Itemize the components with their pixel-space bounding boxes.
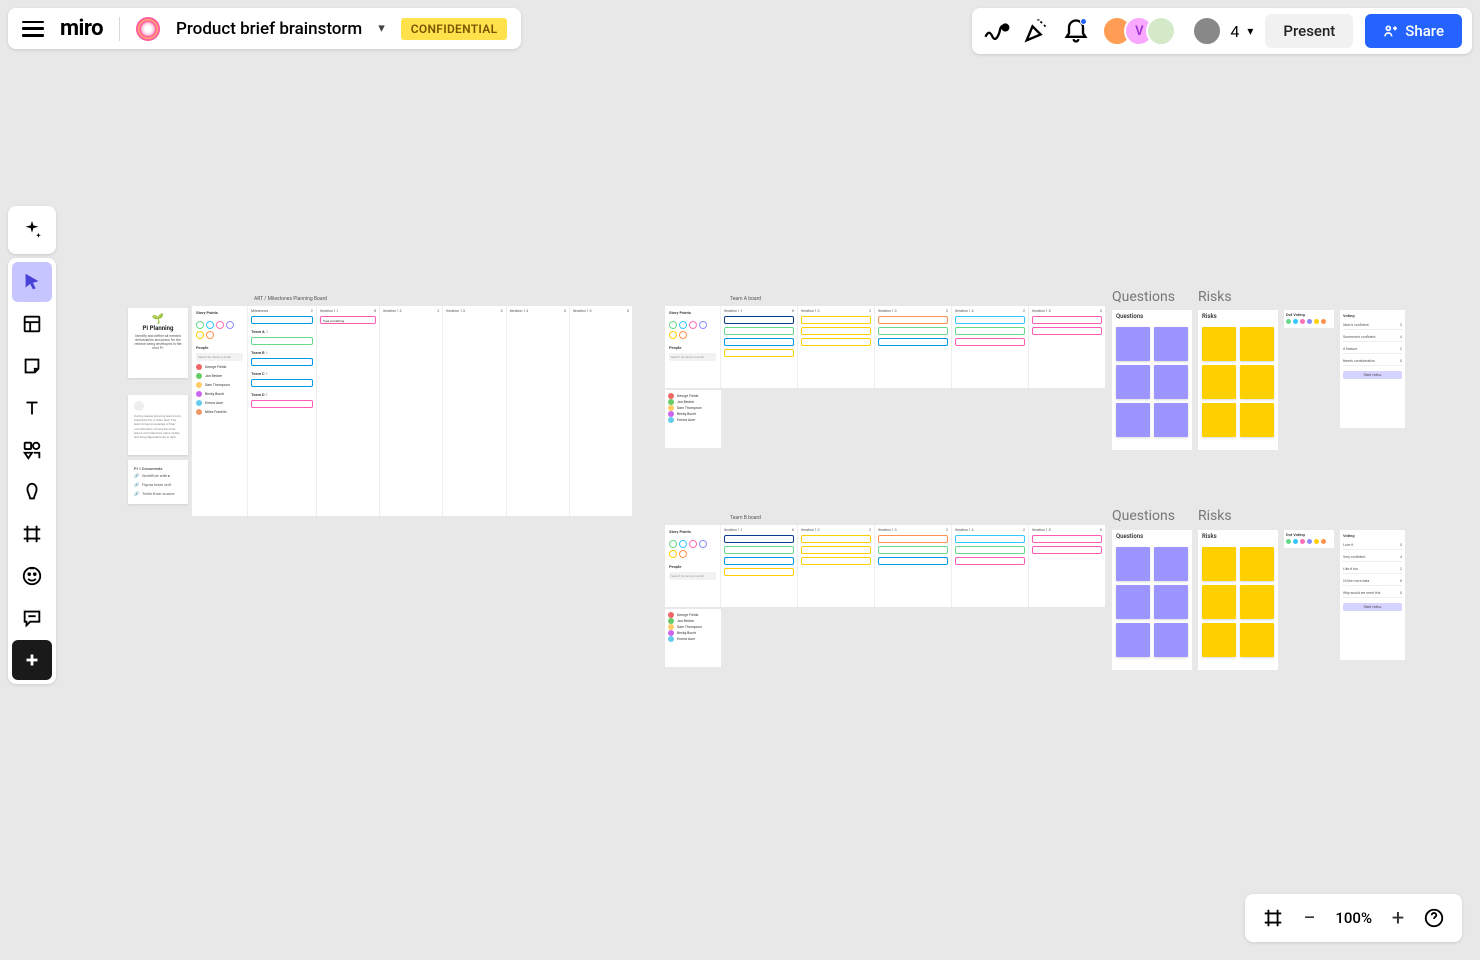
- team-b-board[interactable]: Story Points People Search by name or em…: [665, 525, 1105, 607]
- voting-panel[interactable]: Voting Idea is confident3 Someone's conf…: [1340, 310, 1405, 428]
- vote-row[interactable]: Someone's confident4: [1343, 333, 1402, 342]
- pi-links-card[interactable]: PI 1 Documents 🔗Workflow with ▸ 🔗Figma t…: [128, 460, 188, 504]
- link-row[interactable]: 🔗Figma team unit: [134, 480, 182, 489]
- panel-title: Risks: [1198, 310, 1278, 323]
- questions-panel[interactable]: Questions: [1112, 310, 1192, 450]
- link-row[interactable]: 🔗Trello from source: [134, 489, 182, 498]
- pi-desc-card[interactable]: During release planning teams kick-start…: [128, 395, 188, 455]
- people-label: People: [196, 345, 243, 350]
- vote-row[interactable]: Love it3: [1343, 541, 1402, 550]
- panel-title: Risks: [1198, 530, 1278, 543]
- voting-label: Voting: [1343, 533, 1402, 538]
- risks-panel[interactable]: Risks: [1198, 530, 1278, 670]
- team-a-board[interactable]: Story Points People Search by name or em…: [665, 306, 1105, 388]
- people-label: People: [669, 564, 716, 569]
- start-vote-button[interactable]: Start vote ▸: [1343, 603, 1402, 611]
- people-label: People: [669, 345, 716, 350]
- vote-row[interactable]: Idea is confident3: [1343, 321, 1402, 330]
- team-a-people[interactable]: George Fields Jan Becker Sam Thompson Be…: [665, 390, 721, 448]
- pi-title: PI Planning: [134, 325, 182, 332]
- person-row[interactable]: Becky Burch: [196, 391, 243, 397]
- pi-title-card[interactable]: 🌱 PI Planning Identify and define all ne…: [128, 308, 188, 378]
- voting-panel[interactable]: Voting Love it3 Very confident4 Like it …: [1340, 530, 1405, 660]
- story-points-label: Story Points: [669, 310, 716, 315]
- team-a-title: Team A board: [730, 296, 761, 302]
- questions-label: Questions: [1112, 508, 1175, 524]
- dot-voting-label: Dot Voting: [1286, 312, 1332, 317]
- risks-panel[interactable]: Risks: [1198, 310, 1278, 450]
- person-row[interactable]: Jan Becker: [196, 373, 243, 379]
- person-row[interactable]: Sam Thompson: [196, 382, 243, 388]
- person-row[interactable]: Emma Auer: [196, 400, 243, 406]
- link-row[interactable]: 🔗Workflow with ▸: [134, 471, 182, 480]
- risks-label: Risks: [1198, 289, 1232, 305]
- vote-row[interactable]: Why would we need this0: [1343, 589, 1402, 598]
- vote-row[interactable]: Like it too2: [1343, 565, 1402, 574]
- vote-row[interactable]: Needs consideration0: [1343, 357, 1402, 366]
- canvas[interactable]: 🌱 PI Planning Identify and define all ne…: [0, 0, 1480, 960]
- start-vote-button[interactable]: Start vote ▸: [1343, 371, 1402, 379]
- panel-title: Questions: [1112, 310, 1192, 323]
- person-row[interactable]: George Fields: [196, 364, 243, 370]
- art-board[interactable]: Story Points People Search by name or em…: [192, 306, 632, 516]
- vote-row[interactable]: A feature2: [1343, 345, 1402, 354]
- vote-row[interactable]: I'd like more data0: [1343, 577, 1402, 586]
- panel-title: Questions: [1112, 530, 1192, 543]
- story-points-label: Story Points: [669, 529, 716, 534]
- dot-voting-label: Dot Voting: [1286, 532, 1332, 537]
- voting-label: Voting: [1343, 313, 1402, 318]
- team-b-title: Team B board: [730, 515, 761, 521]
- questions-panel[interactable]: Questions: [1112, 530, 1192, 670]
- questions-label: Questions: [1112, 289, 1175, 305]
- search-input[interactable]: Search by name or email: [669, 572, 716, 580]
- person-row[interactable]: Miles Franklin: [196, 409, 243, 415]
- dot-voting[interactable]: Dot Voting: [1284, 310, 1334, 328]
- risks-label: Risks: [1198, 508, 1232, 524]
- pi-subtitle: Identify and define all needed deliverab…: [134, 334, 182, 350]
- team-b-people[interactable]: George Fields Jan Becker Sam Thompson Be…: [665, 609, 721, 667]
- dot-voting[interactable]: Dot Voting: [1284, 530, 1334, 548]
- search-input[interactable]: Search by name or email: [196, 353, 243, 361]
- vote-row[interactable]: Very confident4: [1343, 553, 1402, 562]
- search-input[interactable]: Search by name or email: [669, 353, 716, 361]
- art-title: ART / Milestones Planning Board: [254, 296, 327, 302]
- story-points-label: Story Points: [196, 310, 243, 315]
